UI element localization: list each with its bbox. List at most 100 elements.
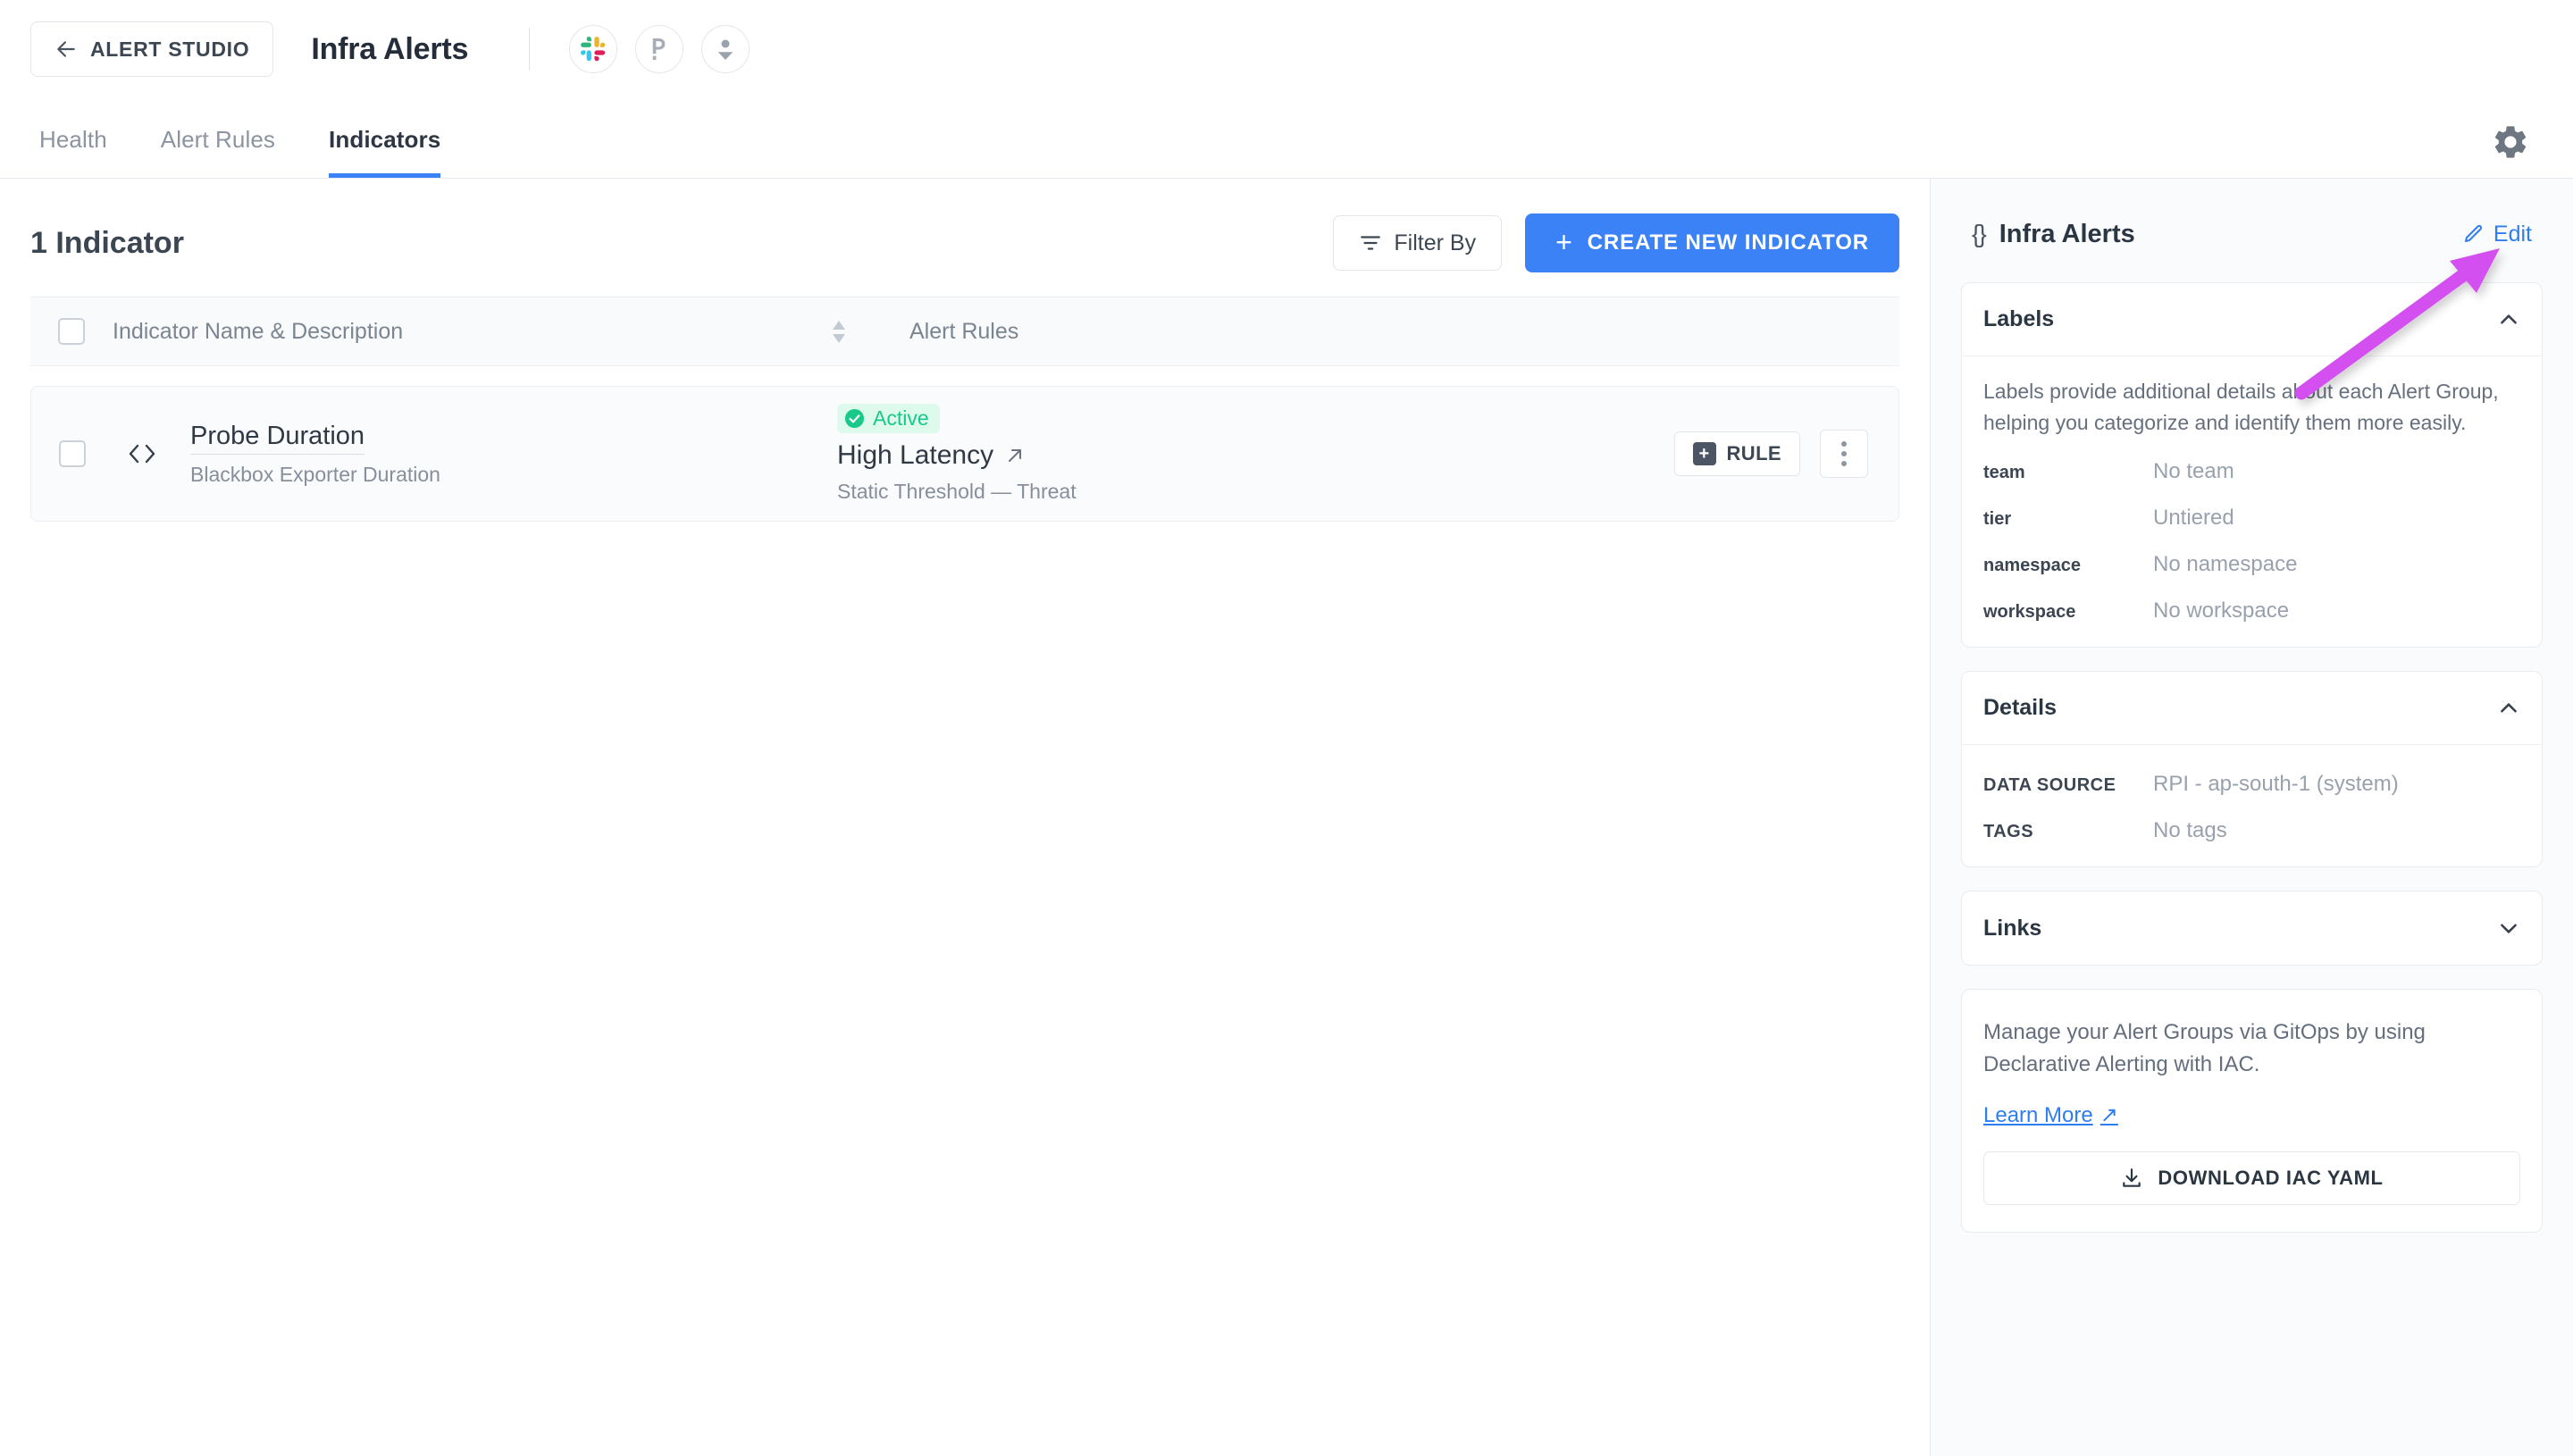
labels-card-body: Labels provide additional details about … bbox=[1962, 356, 2542, 647]
tab-health[interactable]: Health bbox=[39, 126, 107, 178]
edit-link[interactable]: Edit bbox=[2463, 222, 2532, 247]
plus-icon: + bbox=[1555, 225, 1573, 258]
row-checkbox[interactable] bbox=[59, 440, 86, 467]
row-more-menu-button[interactable] bbox=[1820, 430, 1868, 478]
add-rule-button[interactable]: + RULE bbox=[1673, 431, 1800, 476]
create-new-indicator-button[interactable]: + CREATE NEW INDICATOR bbox=[1525, 213, 1899, 272]
pencil-icon bbox=[2464, 224, 2482, 242]
check-circle-icon bbox=[844, 408, 865, 429]
label-key: workspace bbox=[1983, 602, 2076, 622]
label-key: tier bbox=[1983, 509, 2012, 529]
content-header: 1 Indicator Filter By + CREATE NEW INDIC… bbox=[30, 179, 1899, 297]
label-value: No workspace bbox=[2153, 598, 2290, 623]
side-panel-header: {} Infra Alerts Edit bbox=[1961, 209, 2543, 259]
braces-icon: {} bbox=[1972, 220, 1987, 247]
download-iac-yaml-label: DOWNLOAD IAC YAML bbox=[2158, 1167, 2384, 1189]
filter-by-label: Filter By bbox=[1394, 230, 1477, 255]
indicator-name-link[interactable]: Probe Duration bbox=[190, 422, 365, 455]
tab-list: Health Alert Rules Indicators bbox=[30, 126, 494, 178]
row-actions: + RULE bbox=[1673, 430, 1899, 478]
iac-card: Manage your Alert Groups via GitOps by u… bbox=[1961, 989, 2543, 1233]
label-row-team: team No team bbox=[1983, 459, 2520, 484]
labels-card-title: Labels bbox=[1983, 306, 2055, 331]
code-glyph bbox=[129, 444, 155, 464]
table-header: Indicator Name & Description Alert Rules bbox=[30, 297, 1899, 366]
label-row-namespace: namespace No namespace bbox=[1983, 552, 2520, 577]
edit-label: Edit bbox=[2493, 221, 2532, 247]
label-value: No namespace bbox=[2153, 552, 2298, 576]
details-card: Details DATA SOURCE RPI - ap-south-1 (sy… bbox=[1961, 671, 2543, 867]
chevron-up-icon[interactable] bbox=[2497, 308, 2520, 331]
indicator-cell: Probe Duration Blackbox Exporter Duratio… bbox=[190, 422, 816, 487]
label-row-tier: tier Untiered bbox=[1983, 506, 2520, 531]
tab-indicators[interactable]: Indicators bbox=[329, 126, 441, 178]
labels-card-header[interactable]: Labels bbox=[1962, 283, 2542, 356]
gear-icon[interactable] bbox=[2491, 122, 2530, 162]
top-bar: ALERT STUDIO Infra Alerts bbox=[0, 0, 2573, 98]
detail-value: RPI - ap-south-1 (system) bbox=[2153, 772, 2399, 796]
select-all-checkbox[interactable] bbox=[58, 318, 85, 345]
detail-row-tags: TAGS No tags bbox=[1983, 818, 2520, 843]
kebab-dot bbox=[1841, 451, 1847, 456]
filter-icon bbox=[1361, 236, 1381, 250]
external-link-arrow-icon: ↗ bbox=[2099, 1103, 2118, 1127]
chevron-up-icon[interactable] bbox=[2497, 697, 2520, 720]
sort-asc-glyph bbox=[833, 320, 845, 330]
indicator-count-title: 1 Indicator bbox=[30, 225, 184, 260]
learn-more-label: Learn More bbox=[1983, 1102, 2093, 1127]
download-iac-yaml-button[interactable]: DOWNLOAD IAC YAML bbox=[1983, 1151, 2520, 1205]
indicator-description: Blackbox Exporter Duration bbox=[190, 462, 440, 486]
sort-desc-glyph bbox=[833, 333, 845, 343]
status-badge-label: Active bbox=[873, 406, 929, 430]
main-content: 1 Indicator Filter By + CREATE NEW INDIC… bbox=[0, 179, 1930, 1456]
create-new-indicator-label: CREATE NEW INDICATOR bbox=[1587, 230, 1869, 255]
external-link-arrow-icon bbox=[1009, 449, 1022, 462]
body-split: 1 Indicator Filter By + CREATE NEW INDIC… bbox=[0, 179, 2573, 1456]
links-card-header[interactable]: Links bbox=[1962, 891, 2542, 965]
column-header-indicator-name: Indicator Name & Description bbox=[113, 318, 404, 344]
iac-description: Manage your Alert Groups via GitOps by u… bbox=[1983, 1020, 2426, 1076]
details-side-panel: {} Infra Alerts Edit Labels Labels provi… bbox=[1930, 179, 2573, 1456]
pagerduty-icon[interactable] bbox=[635, 25, 684, 73]
label-row-workspace: workspace No workspace bbox=[1983, 598, 2520, 623]
slack-icon[interactable] bbox=[569, 25, 618, 73]
arrow-left-icon bbox=[57, 41, 75, 57]
slack-glyph bbox=[581, 37, 606, 62]
details-card-header[interactable]: Details bbox=[1962, 672, 2542, 745]
header-actions: Filter By + CREATE NEW INDICATOR bbox=[1333, 213, 1899, 272]
detail-row-data-source: DATA SOURCE RPI - ap-south-1 (system) bbox=[1983, 772, 2520, 797]
back-to-alert-studio-button[interactable]: ALERT STUDIO bbox=[30, 21, 274, 77]
header-divider bbox=[529, 28, 531, 71]
label-value: Untiered bbox=[2153, 506, 2234, 530]
download-icon bbox=[2123, 1168, 2141, 1187]
alert-rule-link[interactable]: High Latency bbox=[837, 440, 1077, 471]
code-brackets-icon[interactable] bbox=[113, 441, 171, 466]
alert-rule-name: High Latency bbox=[837, 440, 994, 470]
detail-key: DATA SOURCE bbox=[1983, 775, 2116, 795]
tab-bar: Health Alert Rules Indicators bbox=[0, 98, 2573, 179]
add-rule-label: RULE bbox=[1726, 442, 1781, 464]
page-title: Infra Alerts bbox=[311, 31, 469, 66]
label-value: No team bbox=[2153, 459, 2234, 483]
kebab-dot bbox=[1841, 441, 1847, 447]
select-all-cell bbox=[30, 318, 113, 345]
alert-rule-subtitle: Static Threshold — Threat bbox=[837, 480, 1077, 503]
tab-alert-rules[interactable]: Alert Rules bbox=[161, 126, 275, 178]
detail-value: No tags bbox=[2153, 818, 2227, 842]
row-select-cell bbox=[31, 440, 113, 467]
user-icon[interactable] bbox=[701, 25, 750, 73]
pagerduty-glyph bbox=[652, 38, 666, 60]
user-glyph bbox=[717, 39, 733, 60]
chevron-down-icon[interactable] bbox=[2497, 916, 2520, 940]
alert-rule-cell: Active High Latency Static Threshold — T… bbox=[837, 404, 1077, 504]
table-row[interactable]: Probe Duration Blackbox Exporter Duratio… bbox=[30, 386, 1899, 522]
sort-indicator-name-icon[interactable] bbox=[827, 320, 851, 343]
filter-by-button[interactable]: Filter By bbox=[1333, 215, 1503, 271]
learn-more-link[interactable]: Learn More ↗ bbox=[1983, 1102, 2118, 1128]
labels-card: Labels Labels provide additional details… bbox=[1961, 282, 2543, 648]
labels-description: Labels provide additional details about … bbox=[1983, 380, 2499, 434]
details-card-title: Details bbox=[1983, 695, 2057, 720]
links-card: Links bbox=[1961, 891, 2543, 966]
back-button-label: ALERT STUDIO bbox=[90, 37, 250, 61]
links-card-title: Links bbox=[1983, 915, 2042, 941]
